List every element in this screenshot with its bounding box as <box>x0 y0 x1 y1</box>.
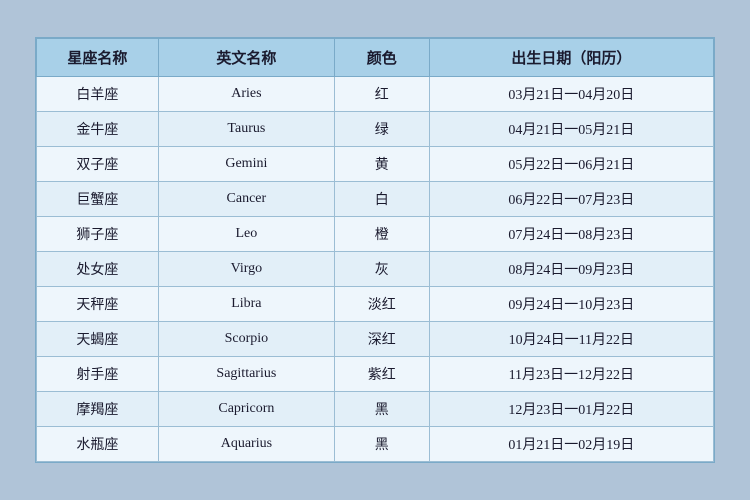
zodiac-table-container: 星座名称 英文名称 颜色 出生日期（阳历） 白羊座Aries红03月21日一04… <box>35 37 715 463</box>
table-row: 射手座Sagittarius紫红11月23日一12月22日 <box>37 357 714 392</box>
table-row: 白羊座Aries红03月21日一04月20日 <box>37 77 714 112</box>
table-body: 白羊座Aries红03月21日一04月20日金牛座Taurus绿04月21日一0… <box>37 77 714 462</box>
cell-english: Aries <box>158 77 334 112</box>
cell-english: Leo <box>158 217 334 252</box>
cell-date: 09月24日一10月23日 <box>429 287 713 322</box>
cell-chinese: 白羊座 <box>37 77 159 112</box>
cell-chinese: 双子座 <box>37 147 159 182</box>
table-row: 金牛座Taurus绿04月21日一05月21日 <box>37 112 714 147</box>
cell-english: Libra <box>158 287 334 322</box>
cell-color: 黑 <box>334 427 429 462</box>
cell-date: 05月22日一06月21日 <box>429 147 713 182</box>
cell-date: 08月24日一09月23日 <box>429 252 713 287</box>
cell-date: 04月21日一05月21日 <box>429 112 713 147</box>
header-chinese: 星座名称 <box>37 39 159 77</box>
cell-chinese: 狮子座 <box>37 217 159 252</box>
cell-date: 07月24日一08月23日 <box>429 217 713 252</box>
cell-color: 淡红 <box>334 287 429 322</box>
cell-date: 11月23日一12月22日 <box>429 357 713 392</box>
cell-chinese: 金牛座 <box>37 112 159 147</box>
cell-english: Capricorn <box>158 392 334 427</box>
cell-english: Aquarius <box>158 427 334 462</box>
cell-chinese: 摩羯座 <box>37 392 159 427</box>
cell-english: Cancer <box>158 182 334 217</box>
cell-color: 黑 <box>334 392 429 427</box>
cell-color: 灰 <box>334 252 429 287</box>
cell-color: 黄 <box>334 147 429 182</box>
table-header-row: 星座名称 英文名称 颜色 出生日期（阳历） <box>37 39 714 77</box>
cell-date: 01月21日一02月19日 <box>429 427 713 462</box>
cell-english: Scorpio <box>158 322 334 357</box>
header-english: 英文名称 <box>158 39 334 77</box>
cell-date: 03月21日一04月20日 <box>429 77 713 112</box>
table-row: 狮子座Leo橙07月24日一08月23日 <box>37 217 714 252</box>
cell-english: Taurus <box>158 112 334 147</box>
cell-date: 12月23日一01月22日 <box>429 392 713 427</box>
cell-chinese: 天蝎座 <box>37 322 159 357</box>
header-color: 颜色 <box>334 39 429 77</box>
header-date: 出生日期（阳历） <box>429 39 713 77</box>
table-row: 天秤座Libra淡红09月24日一10月23日 <box>37 287 714 322</box>
zodiac-table: 星座名称 英文名称 颜色 出生日期（阳历） 白羊座Aries红03月21日一04… <box>36 38 714 462</box>
table-row: 摩羯座Capricorn黑12月23日一01月22日 <box>37 392 714 427</box>
cell-color: 紫红 <box>334 357 429 392</box>
cell-color: 深红 <box>334 322 429 357</box>
cell-chinese: 射手座 <box>37 357 159 392</box>
cell-english: Gemini <box>158 147 334 182</box>
cell-english: Sagittarius <box>158 357 334 392</box>
cell-chinese: 水瓶座 <box>37 427 159 462</box>
cell-color: 白 <box>334 182 429 217</box>
cell-color: 橙 <box>334 217 429 252</box>
cell-date: 06月22日一07月23日 <box>429 182 713 217</box>
cell-chinese: 巨蟹座 <box>37 182 159 217</box>
cell-date: 10月24日一11月22日 <box>429 322 713 357</box>
cell-english: Virgo <box>158 252 334 287</box>
table-row: 巨蟹座Cancer白06月22日一07月23日 <box>37 182 714 217</box>
table-row: 天蝎座Scorpio深红10月24日一11月22日 <box>37 322 714 357</box>
table-row: 处女座Virgo灰08月24日一09月23日 <box>37 252 714 287</box>
cell-color: 红 <box>334 77 429 112</box>
cell-chinese: 处女座 <box>37 252 159 287</box>
table-row: 水瓶座Aquarius黑01月21日一02月19日 <box>37 427 714 462</box>
cell-chinese: 天秤座 <box>37 287 159 322</box>
cell-color: 绿 <box>334 112 429 147</box>
table-row: 双子座Gemini黄05月22日一06月21日 <box>37 147 714 182</box>
